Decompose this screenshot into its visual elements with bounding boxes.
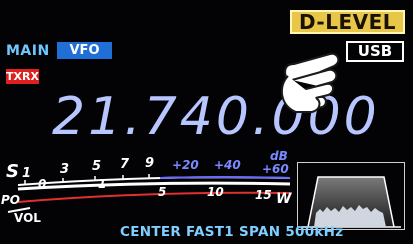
po-unit-label: W [276, 191, 292, 207]
s-tick-label: 7 [120, 157, 130, 172]
vfo-badge: VFO [57, 42, 112, 59]
db-top-label: +60 [262, 162, 289, 176]
s-tick-label: 9 [145, 156, 154, 171]
po-tick-label: 0 [38, 177, 46, 191]
main-band-label: MAIN [6, 43, 50, 59]
po-tick-label: 5 [158, 185, 166, 199]
vol-label: VOL [14, 211, 41, 225]
radio-display: D-LEVEL MAIN VFO TXRX USB 21.740.000 S 1… [0, 0, 413, 244]
mode-button[interactable]: USB [346, 41, 404, 62]
po-tick-label: 15 [255, 188, 272, 202]
s-tick-label: 3 [60, 162, 69, 177]
txrx-badge: TXRX [6, 69, 39, 84]
scope-status-bar: CENTER FAST1 SPAN 500kHz [120, 224, 344, 240]
po-tick-label: 10 [207, 185, 224, 199]
db-label: dB [270, 149, 288, 163]
s-tick-label: 5 [92, 159, 101, 174]
s-tick-label: +20 [172, 158, 199, 172]
scope-preview[interactable] [297, 162, 405, 230]
s-tick-label: +40 [214, 158, 241, 172]
hand-pointer-icon [280, 52, 340, 113]
s-tick-label: 1 [22, 166, 31, 181]
po-tick-label: 1 [98, 177, 106, 191]
spectrum-trace [301, 176, 401, 228]
d-level-button[interactable]: D-LEVEL [290, 10, 405, 34]
po-label: PO [1, 193, 20, 207]
s-label: S [6, 161, 19, 182]
